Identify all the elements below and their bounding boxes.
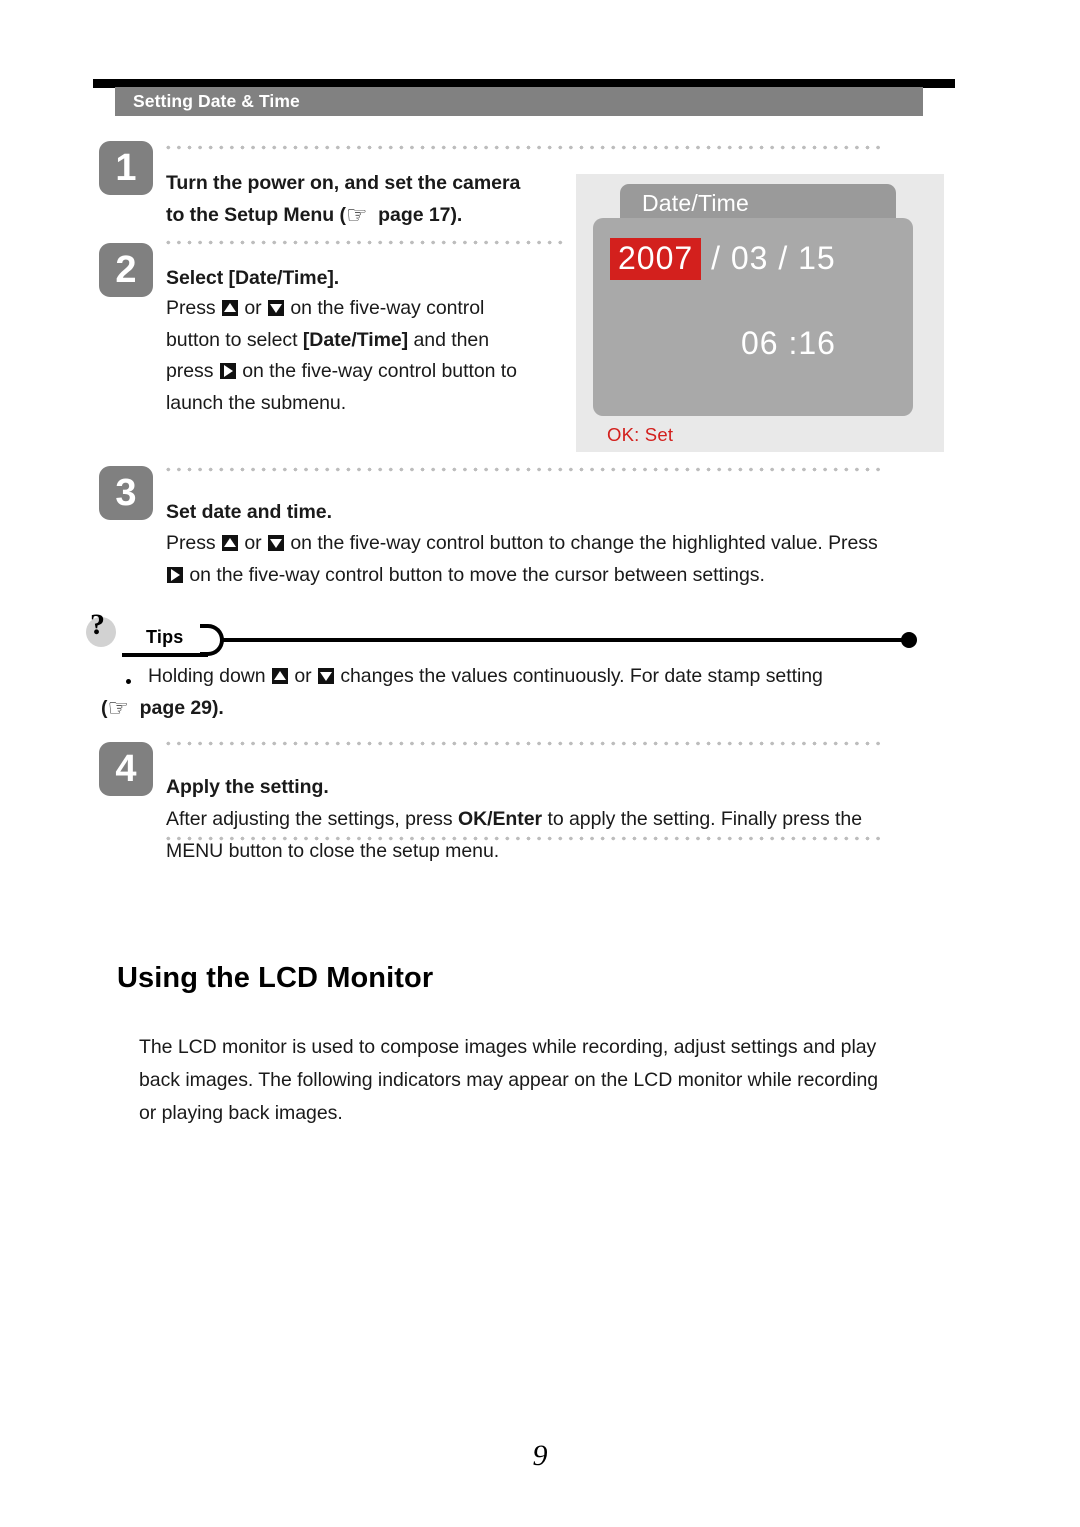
tips-bracket <box>200 624 224 656</box>
step-1-badge: 1 <box>99 141 153 195</box>
step-2-body-part4c: and then <box>413 328 490 351</box>
step-2-body: Press or on the five-way control button … <box>166 293 576 419</box>
lcd-year-highlighted[interactable]: 2007 <box>610 238 702 280</box>
lcd-date-row: 2007 / 03 / 15 <box>610 238 836 280</box>
lcd-title-bar: Date/Time <box>620 184 896 222</box>
step-2-heading: Select [Date/Time]. <box>166 267 340 289</box>
step-2-body-part7: launch the submenu. <box>166 391 347 414</box>
camera-lcd-figure: Date/Time 2007 / 03 / 15 06 :16 OK: Set <box>576 174 944 452</box>
step-3-divider <box>163 467 886 472</box>
page-number: 9 <box>532 1439 548 1472</box>
step-2-body-part2: or <box>244 297 262 319</box>
step-3-body-part1: Press <box>166 532 216 554</box>
step-1-heading: Turn the power on, and set the camera to… <box>166 172 521 229</box>
step-3-body-part2: or <box>244 532 262 554</box>
step-4-closing-divider <box>163 836 886 841</box>
lcd-panel: 2007 / 03 / 15 06 :16 <box>593 218 913 416</box>
step-4-divider <box>163 741 886 746</box>
tips-end-dot <box>901 632 917 648</box>
lcd-section-paragraph: The LCD monitor is used to compose image… <box>139 1031 949 1130</box>
up-arrow-icon <box>271 668 288 684</box>
step-3-body-part3: on the five-way control button to change… <box>290 532 878 554</box>
lcd-paragraph-line1: The LCD monitor is used to compose image… <box>139 1036 877 1058</box>
step-4-body-part1c: to apply the setting. Finally press the <box>547 808 863 830</box>
step-2-body-part6: on the five-way control button to <box>242 360 517 382</box>
lcd-ok-set-hint: OK: Set <box>607 424 674 445</box>
down-arrow-icon <box>267 535 284 551</box>
step-3-badge: 3 <box>99 466 153 520</box>
page-title: Setting Date & Time <box>133 91 300 111</box>
right-arrow-icon <box>167 566 183 583</box>
down-arrow-icon <box>317 668 334 684</box>
step-1-heading-line2-post: page 17). <box>378 203 463 226</box>
tips-page-ref-post: page 29). <box>139 697 224 719</box>
step-2-body-part1: Press <box>166 297 216 319</box>
up-arrow-icon <box>221 535 238 551</box>
tips-body-part2: or <box>294 665 312 687</box>
lcd-paragraph-line3: or playing back images. <box>139 1102 343 1124</box>
tips-page-ref: (☞ page 29). <box>101 694 224 722</box>
tips-bullet <box>126 679 131 684</box>
step-2-body-part4: button to select <box>166 328 298 351</box>
step-4-badge: 4 <box>99 742 153 796</box>
step-4-heading: Apply the setting. <box>166 776 329 798</box>
step-4-body-part2: MENU button to close the setup menu. <box>166 839 500 862</box>
question-mark-icon: ? <box>90 608 105 641</box>
step-1-heading-line1: Turn the power on, and set the camera <box>166 172 521 194</box>
step-3-body-part4: on the five-way control button to move t… <box>189 563 765 586</box>
step-1-heading-line2-pre: to the Setup Menu ( <box>166 203 346 226</box>
lcd-date-rest[interactable]: / 03 / 15 <box>711 240 836 276</box>
lcd-time-row[interactable]: 06 :16 <box>741 325 836 362</box>
step-2-divider <box>163 240 563 245</box>
up-arrow-icon <box>221 300 238 316</box>
step-2-body-datetime-ref: [Date/Time] <box>302 328 409 351</box>
tips-rule <box>222 638 906 642</box>
step-4-body-part1: After adjusting the settings, press <box>166 808 453 830</box>
step-3-body: Press or on the five-way control button … <box>166 528 966 591</box>
step-2-body-part5: press <box>166 360 214 382</box>
lcd-title-label: Date/Time <box>642 190 750 216</box>
step-4-ok-enter-ref: OK/Enter <box>457 808 543 830</box>
section-heading-lcd-monitor: Using the LCD Monitor <box>117 962 434 994</box>
tips-body-part1: Holding down <box>148 665 266 687</box>
step-2-body-part3: on the five-way control <box>290 297 485 319</box>
tips-underline <box>122 653 208 657</box>
tips-label: Tips <box>146 627 184 647</box>
lcd-paragraph-line2: back images. The following indicators ma… <box>139 1069 879 1091</box>
tips-body-part3: changes the values continuously. For dat… <box>340 665 823 687</box>
right-arrow-icon <box>219 363 236 379</box>
step-1-divider <box>163 145 886 150</box>
step-3-heading: Set date and time. <box>166 501 332 523</box>
tips-body: Holding down or changes the values conti… <box>148 661 968 693</box>
down-arrow-icon <box>267 300 284 316</box>
step-2-badge: 2 <box>99 243 153 297</box>
